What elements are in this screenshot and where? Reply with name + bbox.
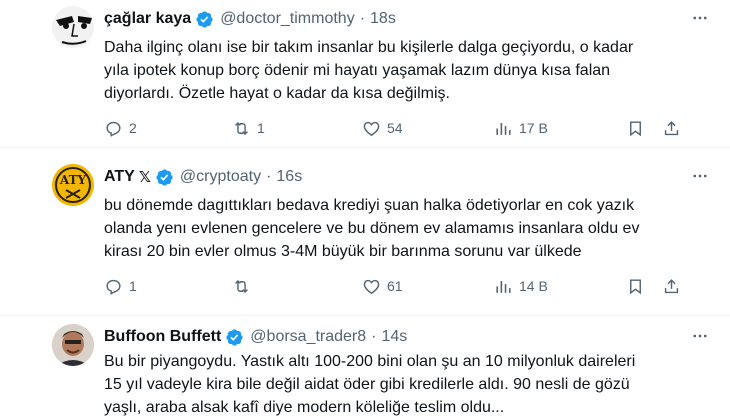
views-icon [496,122,511,135]
tweet-text: Bu bir piyangoydu. Yastık altı 100-200 b… [104,350,704,419]
tweet-text: Daha ilginç olanı ise bir takım insanlar… [104,36,704,105]
like-icon [363,279,380,294]
tweet-text-line: 15 yıl vadeyle kira bile değil aidat öde… [104,376,630,393]
bookmark-button[interactable] [626,274,645,298]
tweet-2[interactable]: ATY ATY 𝕏 @cryptoaty · 16s bu dönemde da… [0,148,730,316]
share-button[interactable] [662,274,681,298]
more-icon [693,174,707,178]
reply-count: 2 [129,120,137,136]
avatar[interactable] [52,6,94,48]
reply-button[interactable]: 2 [104,116,137,140]
verified-icon[interactable] [225,328,244,347]
views-button[interactable]: 17 B [494,116,548,140]
tweet-text-line: Bu bir piyangoydu. Yastık altı 100-200 b… [104,353,636,370]
share-icon [664,278,679,293]
display-name[interactable]: çağlar kaya [104,10,191,28]
separator: · [266,168,272,185]
more-icon [693,16,707,20]
reply-count: 1 [129,278,137,294]
bookmark-icon [630,278,641,294]
tweet-header: çağlar kaya @doctor_timmothy · 18s [104,8,396,30]
repost-icon [235,279,248,293]
repost-count: 1 [257,120,265,136]
tweet-header: Buffoon Buffett @borsa_trader8 · 14s [104,326,407,348]
action-bar: 2 1 54 17 B [104,116,684,140]
tweet-text-line: Daha ilginç olanı ise bir takım insanlar… [104,39,634,56]
display-name[interactable]: ATY [104,168,135,186]
like-count: 54 [387,120,403,136]
verified-icon[interactable] [155,168,174,187]
more-button[interactable] [690,8,710,28]
tweet-text-line: yıla ipotek konup borç ödenir mi hayatı … [104,62,611,79]
reply-icon [106,121,121,137]
svg-text:ATY: ATY [59,173,87,187]
repost-button[interactable]: 1 [232,116,265,140]
handle[interactable]: @cryptoaty [180,168,261,186]
avatar-image: ATY [52,164,94,206]
repost-icon [235,121,248,135]
separator: · [359,10,366,27]
tweet-text: bu dönemde dagıttıkları bedava krediyi ş… [104,194,704,263]
more-icon [693,334,707,338]
handle[interactable]: @doctor_timmothy [220,10,355,28]
tweet-text-line: olanda yenı evlenen gencelere ve bu döne… [104,220,640,237]
tweet-header: ATY 𝕏 @cryptoaty · 16s [104,166,302,188]
bookmark-icon [630,120,641,136]
timestamp[interactable]: 14s [381,328,407,346]
share-icon [664,120,679,135]
like-button[interactable]: 54 [362,116,403,140]
separator: · [371,328,377,345]
display-name[interactable]: Buffoon Buffett [104,328,221,346]
share-button[interactable] [662,116,681,140]
reply-button[interactable]: 1 [104,274,137,298]
avatar-image [52,6,94,48]
reply-icon [106,279,121,295]
views-count: 17 B [519,120,548,136]
tweet-text-line: bu dönemde dagıttıkları bedava krediyi ş… [104,197,635,214]
action-bar: 1 61 14 B [104,274,684,298]
more-button[interactable] [690,166,710,186]
like-button[interactable]: 61 [362,274,403,298]
tweet-text-line: yaşlı, araba alsak kafî diye modern köle… [104,399,505,416]
like-icon [363,121,380,136]
avatar[interactable] [52,324,94,366]
timestamp[interactable]: 16s [276,168,302,186]
repost-button[interactable] [232,274,257,298]
timestamp[interactable]: 18s [370,10,396,28]
like-count: 61 [387,278,403,294]
tweet-text-line: kirası 20 bin evler olmus 3-4M büyük bir… [104,243,582,260]
x-badge-icon: 𝕏 [138,169,151,186]
views-count: 14 B [519,278,548,294]
handle[interactable]: @borsa_trader8 [250,328,366,346]
avatar-image [52,324,94,366]
tweet-1[interactable]: çağlar kaya @doctor_timmothy · 18s Daha … [0,0,730,148]
tweet-3[interactable]: Buffoon Buffett @borsa_trader8 · 14s Bu … [0,316,730,420]
views-button[interactable]: 14 B [494,274,548,298]
avatar[interactable]: ATY [52,164,94,206]
bookmark-button[interactable] [626,116,645,140]
verified-icon[interactable] [195,10,214,29]
views-icon [496,280,511,293]
tweet-text-line: diyorlardı. Özetle hayat o kadar da kısa… [104,85,450,102]
more-button[interactable] [690,326,710,346]
